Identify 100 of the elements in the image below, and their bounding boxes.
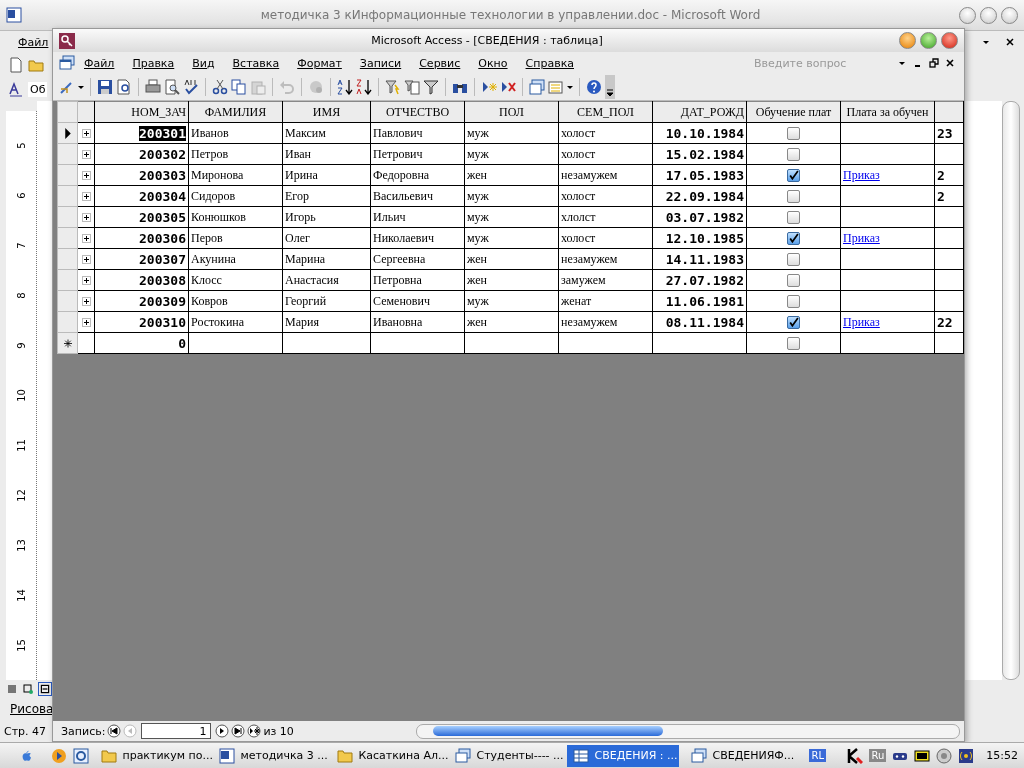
sort-ascending-icon[interactable]	[337, 79, 353, 95]
expand-icon[interactable]	[81, 275, 91, 285]
column-header[interactable]: Плата за обучен	[840, 101, 935, 123]
windows-icon	[691, 747, 708, 764]
menu-item[interactable]: Сервис	[410, 56, 470, 70]
menu-item[interactable]: Окно	[469, 56, 517, 70]
drawing-menu[interactable]: Рисова	[10, 702, 54, 716]
column-header[interactable]: ПОЛ	[464, 101, 559, 123]
column-header[interactable]: НОМ_ЗАЧ	[94, 101, 189, 123]
close-button[interactable]	[1001, 6, 1018, 24]
column-header[interactable]: ИМЯ	[282, 101, 371, 123]
menu-item[interactable]: Формат	[288, 56, 351, 70]
taskbar-button[interactable]: СВЕДЕНИЯФ...	[685, 744, 798, 767]
record-number-field[interactable]: 1	[141, 723, 212, 739]
save-icon[interactable]	[97, 79, 113, 95]
expand-icon[interactable]	[81, 149, 91, 159]
design-view-icon[interactable]	[59, 79, 75, 95]
checkbox[interactable]	[787, 148, 800, 162]
toolbar-options-icon[interactable]	[605, 75, 615, 99]
checkbox[interactable]	[787, 127, 800, 141]
expand-icon[interactable]	[81, 233, 91, 243]
checkbox[interactable]	[787, 295, 800, 309]
cut-icon[interactable]	[212, 79, 228, 95]
style-box[interactable]: Об	[28, 81, 48, 97]
new-record-button[interactable]	[247, 724, 262, 738]
print-icon[interactable]	[145, 79, 161, 95]
column-header[interactable]: Обучение плат	[746, 101, 841, 123]
volume-icon[interactable]	[936, 747, 953, 764]
checkbox[interactable]	[787, 211, 800, 225]
media-player-icon[interactable]	[51, 747, 68, 764]
expand-icon[interactable]	[81, 296, 91, 306]
expand-icon[interactable]	[81, 191, 91, 201]
normal-view-icon[interactable]	[7, 684, 17, 694]
copy-icon[interactable]	[231, 79, 247, 95]
expand-icon[interactable]	[81, 170, 91, 180]
tray-app-icon[interactable]	[914, 747, 931, 764]
menu-item[interactable]: Файл	[75, 56, 124, 70]
maximize-button[interactable]	[980, 6, 997, 24]
minimize-button[interactable]	[899, 32, 916, 49]
delete-record-icon[interactable]	[500, 79, 516, 95]
sort-descending-icon[interactable]	[356, 79, 372, 95]
checkbox[interactable]	[787, 337, 800, 351]
help-icon[interactable]	[586, 79, 602, 95]
new-document-icon[interactable]	[8, 57, 24, 73]
last-record-button[interactable]	[231, 724, 246, 738]
maximize-button[interactable]	[920, 32, 937, 49]
close-button[interactable]	[941, 32, 958, 49]
web-view-icon[interactable]	[23, 684, 33, 694]
marital-cell: женат	[561, 293, 592, 308]
menu-item[interactable]: Вставка	[223, 56, 289, 70]
restore-icon[interactable]	[929, 58, 939, 68]
expand-icon[interactable]	[81, 128, 91, 138]
spelling-icon[interactable]	[183, 79, 199, 95]
close-icon[interactable]	[1005, 37, 1015, 47]
checkbox[interactable]	[787, 169, 800, 183]
checkbox[interactable]	[787, 274, 800, 288]
help-search-field[interactable]: Введите вопрос	[752, 55, 886, 71]
menu-item[interactable]: Справка	[516, 56, 583, 70]
horizontal-scrollbar[interactable]	[416, 723, 960, 739]
language-indicator[interactable]: RL	[809, 749, 826, 762]
next-record-button[interactable]	[215, 724, 230, 738]
close-icon[interactable]	[945, 58, 955, 68]
menu-item[interactable]: Правка	[123, 56, 184, 70]
checkbox[interactable]	[787, 253, 800, 267]
filter-form-icon[interactable]	[404, 79, 420, 95]
database-window-icon[interactable]	[529, 79, 545, 95]
minimize-button[interactable]	[959, 6, 976, 24]
antivirus-icon[interactable]	[847, 747, 864, 764]
expand-icon[interactable]	[81, 212, 91, 222]
keyboard-layout-indicator[interactable]: Ru	[869, 749, 887, 762]
column-header[interactable]: ОТЧЕСТВО	[370, 101, 465, 123]
search-file-icon[interactable]	[116, 79, 132, 95]
id-cell: 200305	[139, 209, 186, 225]
browser-icon[interactable]	[73, 747, 90, 764]
column-header[interactable]: ДАТ_РОЖД	[652, 101, 747, 123]
taskbar-button[interactable]: Студенты---- ...	[449, 744, 562, 767]
window-icon[interactable]	[59, 55, 75, 71]
expand-icon[interactable]	[81, 254, 91, 264]
checkbox[interactable]	[787, 232, 800, 246]
filter-selection-icon[interactable]	[385, 79, 401, 95]
style-icon[interactable]	[8, 81, 24, 97]
filter-icon[interactable]	[423, 79, 439, 95]
print-preview-icon[interactable]	[164, 79, 180, 95]
caret-icon[interactable]	[567, 84, 573, 90]
menu-item[interactable]: Файл	[18, 35, 49, 49]
checkbox[interactable]	[787, 190, 800, 204]
taskbar-button[interactable]: СВЕДЕНИЯ : ...	[567, 744, 680, 767]
menu-item[interactable]: Вид	[183, 56, 224, 70]
first-record-button[interactable]	[107, 724, 122, 738]
checkbox[interactable]	[787, 316, 800, 330]
vertical-scrollbar[interactable]	[1002, 101, 1020, 680]
taskbar-button[interactable]: методичка 3 ...	[213, 744, 326, 767]
caret-icon[interactable]	[78, 84, 84, 90]
wireless-icon[interactable]	[958, 747, 975, 764]
print-layout-icon[interactable]	[39, 683, 51, 695]
menu-item[interactable]: Записи	[350, 56, 411, 70]
expand-icon[interactable]	[81, 317, 91, 327]
new-record-icon[interactable]	[481, 79, 497, 95]
column-header[interactable]: ФАМИЛИЯ	[188, 101, 283, 123]
column-header[interactable]: СЕМ_ПОЛ	[558, 101, 653, 123]
